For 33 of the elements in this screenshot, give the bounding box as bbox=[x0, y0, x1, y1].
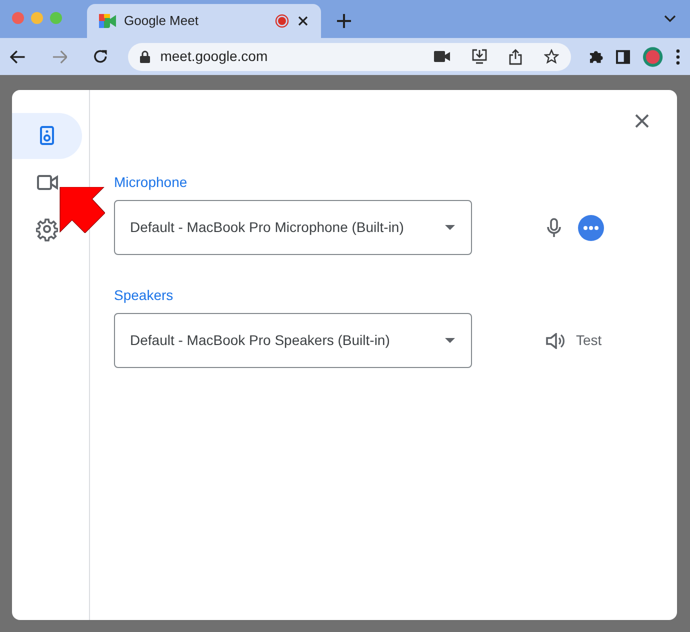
sidebar-tab[interactable] bbox=[12, 113, 82, 159]
device-dropdown[interactable]: Default - MacBook Pro Speakers (Built-in) bbox=[114, 313, 472, 368]
tab-title: Google Meet bbox=[124, 12, 200, 30]
section-label: Microphone bbox=[114, 174, 188, 190]
puzzle-piece-icon[interactable] bbox=[588, 49, 604, 64]
speaker-icon bbox=[546, 332, 566, 348]
address-bar[interactable]: meet.google.com bbox=[128, 42, 571, 70]
chevron-down-icon[interactable] bbox=[664, 15, 676, 23]
profile-avatar-icon[interactable] bbox=[642, 46, 664, 68]
gear-icon bbox=[36, 218, 58, 242]
new-tab-icon[interactable] bbox=[337, 14, 351, 28]
url-text: meet.google.com bbox=[160, 47, 269, 66]
close-icon[interactable] bbox=[635, 114, 649, 128]
dropdown-arrow-icon bbox=[445, 338, 455, 343]
star-icon[interactable] bbox=[544, 49, 559, 64]
test-button[interactable]: Test bbox=[546, 330, 602, 351]
share-icon[interactable] bbox=[508, 48, 522, 64]
microphone-icon bbox=[547, 218, 561, 238]
video-camera-logo-icon bbox=[99, 14, 116, 28]
close-icon[interactable] bbox=[297, 15, 309, 27]
dropdown-arrow-icon bbox=[445, 225, 455, 230]
sidebar-tab[interactable] bbox=[35, 218, 59, 242]
install-icon[interactable] bbox=[472, 49, 487, 64]
more-options-icon[interactable] bbox=[676, 48, 680, 64]
section-label: Speakers bbox=[114, 287, 174, 303]
video-camera-icon[interactable] bbox=[434, 51, 450, 62]
reload-icon[interactable] bbox=[93, 49, 108, 64]
device-dropdown[interactable]: Default - MacBook Pro Microphone (Built-in) bbox=[114, 200, 472, 255]
side-panel-icon[interactable] bbox=[616, 50, 630, 64]
lock-icon bbox=[140, 50, 150, 63]
pointer-arrow-annotation bbox=[59, 187, 105, 233]
back-arrow-icon[interactable] bbox=[10, 50, 26, 64]
browser-tab[interactable]: Google Meet bbox=[87, 4, 321, 38]
